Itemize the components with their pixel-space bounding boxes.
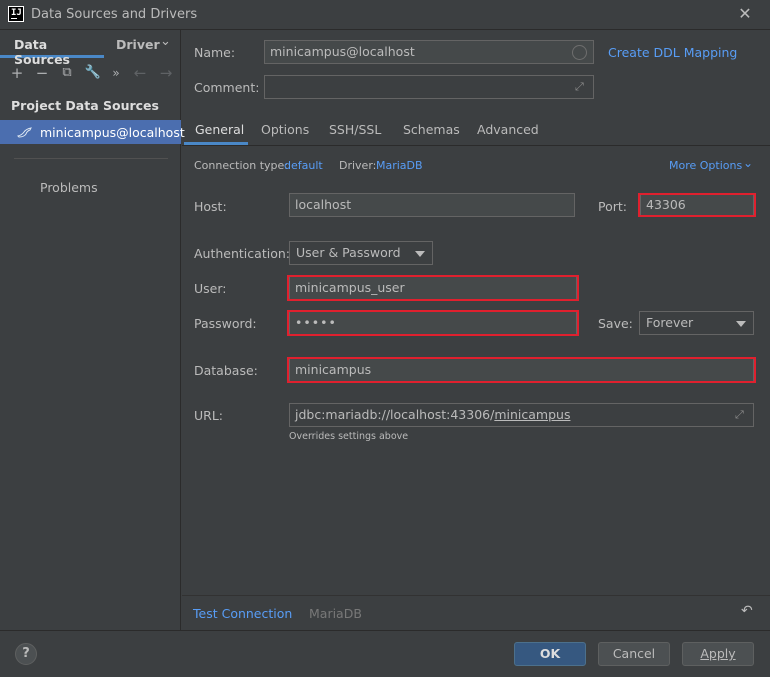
apply-button-label: Apply — [700, 646, 736, 661]
chevron-down-icon[interactable]: ⌄ — [160, 34, 171, 49]
apply-button[interactable]: Apply — [682, 642, 754, 666]
comment-input[interactable] — [264, 75, 594, 99]
url-database: minicampus — [494, 407, 571, 422]
save-label: Save: — [598, 316, 633, 331]
tab-drivers[interactable]: Driver — [116, 37, 160, 52]
section-title: Project Data Sources — [11, 98, 159, 113]
port-label: Port: — [598, 199, 627, 214]
more-options-link[interactable]: More Options — [669, 159, 742, 172]
password-label: Password: — [194, 316, 257, 331]
authentication-select[interactable]: User & Password — [289, 241, 433, 265]
create-ddl-mapping-link[interactable]: Create DDL Mapping — [608, 45, 737, 60]
connection-type-label: Connection type: — [194, 159, 289, 172]
dropdown-arrow-icon — [736, 321, 746, 327]
divider — [14, 158, 168, 159]
authentication-value: User & Password — [296, 245, 401, 260]
test-connection-link[interactable]: Test Connection — [193, 606, 292, 621]
url-label: URL: — [194, 408, 224, 423]
close-icon[interactable]: ✕ — [736, 5, 754, 23]
user-label: User: — [194, 281, 227, 296]
tab-advanced[interactable]: Advanced — [477, 122, 539, 137]
cancel-button[interactable]: Cancel — [598, 642, 670, 666]
tab-data-sources[interactable]: Data Sources — [0, 30, 104, 67]
driver-name-label: MariaDB — [309, 606, 362, 621]
tab-options[interactable]: Options — [261, 122, 309, 137]
mariadb-icon — [17, 127, 32, 138]
ok-button[interactable]: OK — [514, 642, 586, 666]
intellij-app-icon: IJ — [8, 6, 24, 22]
authentication-label: Authentication: — [194, 246, 290, 261]
url-input[interactable]: jdbc:mariadb://localhost:43306/minicampu… — [289, 403, 754, 427]
tabs-divider — [182, 145, 770, 146]
left-panel: Data Sources Driver ⌄ + − ⧉ 🔧 » ← → Proj… — [0, 30, 185, 630]
back-arrow-icon[interactable]: ← — [131, 64, 149, 82]
password-highlight — [287, 310, 579, 336]
port-highlight — [638, 193, 756, 217]
chevron-down-icon[interactable]: ⌄ — [743, 156, 753, 170]
expand-icon[interactable]: ⤢ — [575, 81, 587, 93]
data-source-item-label: minicampus@localhost — [40, 125, 185, 140]
save-select[interactable]: Forever — [639, 311, 754, 335]
left-toolbar: + − ⧉ 🔧 » ← → — [0, 60, 181, 86]
tab-general[interactable]: General — [195, 122, 244, 137]
expand-icon[interactable]: ⤢ — [735, 409, 747, 421]
name-input[interactable]: minicampus@localhost — [264, 40, 594, 64]
problems-item[interactable]: Problems — [40, 180, 98, 195]
help-button[interactable]: ? — [15, 643, 37, 665]
user-highlight — [287, 275, 579, 301]
comment-label: Comment: — [194, 80, 260, 95]
remove-icon[interactable]: − — [33, 64, 51, 82]
window-title: Data Sources and Drivers — [31, 7, 198, 22]
host-input[interactable]: localhost — [289, 193, 575, 217]
url-note: Overrides settings above — [289, 431, 409, 442]
database-highlight — [287, 357, 756, 383]
tab-ssh-ssl[interactable]: SSH/SSL — [329, 122, 381, 137]
wrench-icon[interactable]: 🔧 — [84, 64, 102, 82]
color-circle-icon[interactable] — [572, 45, 587, 60]
driver-link[interactable]: MariaDB — [376, 159, 423, 172]
save-value: Forever — [646, 315, 694, 330]
tab-schemas[interactable]: Schemas — [403, 122, 460, 137]
add-icon[interactable]: + — [8, 64, 26, 82]
duplicate-icon[interactable]: ⧉ — [58, 64, 76, 82]
driver-label: Driver: — [339, 159, 377, 172]
dropdown-arrow-icon — [415, 251, 425, 257]
url-prefix: jdbc:mariadb://localhost:43306/ — [295, 407, 495, 422]
name-label: Name: — [194, 45, 236, 60]
more-icon[interactable]: » — [107, 64, 125, 82]
forward-arrow-icon[interactable]: → — [157, 64, 175, 82]
revert-icon[interactable]: ↶ — [741, 603, 757, 619]
host-label: Host: — [194, 199, 227, 214]
connection-type-link[interactable]: default — [284, 159, 323, 172]
database-label: Database: — [194, 363, 258, 378]
